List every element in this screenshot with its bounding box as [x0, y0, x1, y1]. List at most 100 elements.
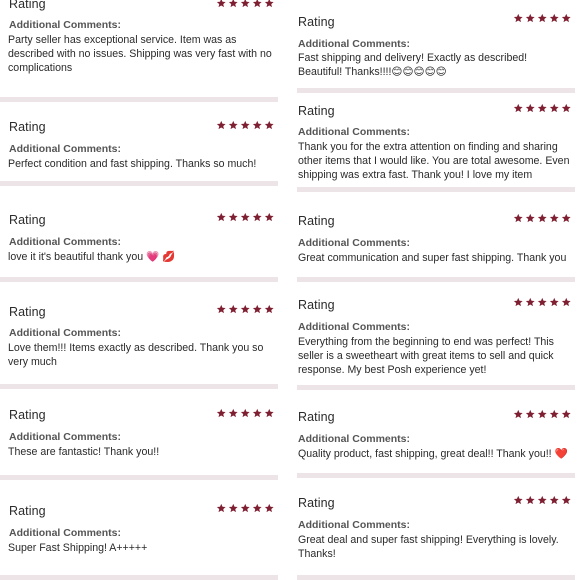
right-review-column: Rating Additional Comments: Fast shipping …: [297, 0, 575, 580]
star-icon: [537, 409, 547, 419]
rating-title: Rating: [298, 104, 335, 118]
rating-title: Rating: [9, 120, 46, 134]
rating-title: Rating: [9, 0, 46, 11]
star-rating: [216, 503, 275, 514]
star-icon: [561, 213, 571, 223]
review-comment: love it it's beautiful thank you 💗 💋: [8, 251, 176, 263]
star-icon: [561, 409, 571, 419]
review-comment: Party seller has exceptional service. It…: [8, 34, 272, 74]
star-icon: [264, 408, 274, 418]
star-icon: [252, 212, 262, 222]
star-rating: [216, 408, 275, 419]
star-icon: [252, 120, 262, 130]
star-icon: [216, 0, 226, 8]
star-icon: [561, 495, 571, 505]
star-icon: [537, 213, 547, 223]
additional-comments-label: Additional Comments:: [298, 38, 410, 50]
review-comment: Thank you for the extra attention on fin…: [298, 141, 570, 181]
star-icon: [264, 212, 274, 222]
star-icon: [513, 13, 523, 23]
additional-comments-label: Additional Comments:: [298, 237, 410, 249]
star-icon: [561, 13, 571, 23]
star-icon: [513, 297, 523, 307]
star-icon: [525, 213, 535, 223]
star-icon: [513, 213, 523, 223]
rating-title: Rating: [298, 496, 335, 510]
star-icon: [228, 0, 238, 8]
additional-comments-label: Additional Comments:: [9, 143, 121, 155]
review-card: Rating Additional Comments: Quality produc…: [297, 402, 575, 478]
left-review-column: Rating Additional Comments: Party seller h…: [0, 0, 278, 580]
star-icon: [228, 304, 238, 314]
review-comment: Perfect condition and fast shipping. Tha…: [8, 158, 257, 170]
star-icon: [264, 503, 274, 513]
review-card: Rating Additional Comments: Fast shipping …: [297, 0, 575, 93]
star-icon: [264, 0, 274, 8]
star-rating: [513, 495, 572, 506]
star-icon: [240, 503, 250, 513]
review-comment: Everything from the beginning to end was…: [298, 336, 554, 376]
star-icon: [513, 103, 523, 113]
review-card: Rating Additional Comments: Love them!!! I…: [0, 293, 278, 389]
star-icon: [537, 103, 547, 113]
review-comment: Great communication and super fast shipp…: [298, 252, 567, 264]
star-icon: [252, 0, 262, 8]
rating-title: Rating: [9, 213, 46, 227]
star-icon: [228, 408, 238, 418]
additional-comments-label: Additional Comments:: [9, 527, 121, 539]
star-icon: [240, 304, 250, 314]
review-comment: Fast shipping and delivery! Exactly as d…: [298, 52, 528, 78]
review-comment: Love them!!! Items exactly as described.…: [8, 342, 264, 368]
review-comment: These are fantastic! Thank you!!: [8, 446, 160, 458]
review-card: Rating Additional Comments: These are fant…: [0, 398, 278, 480]
star-rating: [513, 213, 572, 224]
rating-title: Rating: [9, 305, 46, 319]
review-comment: Quality product, fast shipping, great de…: [298, 448, 568, 460]
additional-comments-label: Additional Comments:: [298, 519, 410, 531]
star-icon: [549, 297, 559, 307]
star-rating: [513, 409, 572, 420]
star-icon: [252, 304, 262, 314]
additional-comments-label: Additional Comments:: [298, 126, 410, 138]
star-icon: [525, 13, 535, 23]
star-icon: [216, 120, 226, 130]
rating-title: Rating: [298, 15, 335, 29]
star-icon: [549, 213, 559, 223]
star-icon: [513, 409, 523, 419]
review-card: Rating Additional Comments: love it it's b…: [0, 198, 278, 282]
additional-comments-label: Additional Comments:: [9, 236, 121, 248]
additional-comments-label: Additional Comments:: [9, 431, 121, 443]
star-icon: [549, 103, 559, 113]
star-rating: [216, 212, 275, 223]
rating-title: Rating: [298, 298, 335, 312]
additional-comments-label: Additional Comments:: [298, 321, 410, 333]
star-icon: [216, 408, 226, 418]
star-icon: [525, 103, 535, 113]
star-icon: [549, 495, 559, 505]
star-rating: [216, 304, 275, 315]
star-icon: [252, 408, 262, 418]
additional-comments-label: Additional Comments:: [9, 19, 121, 31]
star-icon: [525, 297, 535, 307]
star-icon: [240, 408, 250, 418]
star-icon: [561, 103, 571, 113]
star-icon: [228, 120, 238, 130]
star-icon: [549, 409, 559, 419]
star-icon: [264, 120, 274, 130]
star-icon: [513, 495, 523, 505]
star-icon: [537, 297, 547, 307]
review-card: Rating Additional Comments: Party seller h…: [0, 0, 278, 102]
star-icon: [252, 503, 262, 513]
star-rating: [216, 0, 275, 9]
star-icon: [240, 0, 250, 8]
rating-title: Rating: [9, 408, 46, 422]
star-icon: [561, 297, 571, 307]
additional-comments-label: Additional Comments:: [9, 327, 121, 339]
review-card: Rating Additional Comments: Everything fro…: [297, 292, 575, 390]
star-icon: [228, 503, 238, 513]
rating-title: Rating: [9, 504, 46, 518]
review-comment: Super Fast Shipping! A+++++: [8, 542, 148, 554]
star-icon: [216, 503, 226, 513]
star-icon: [264, 304, 274, 314]
star-icon: [549, 13, 559, 23]
